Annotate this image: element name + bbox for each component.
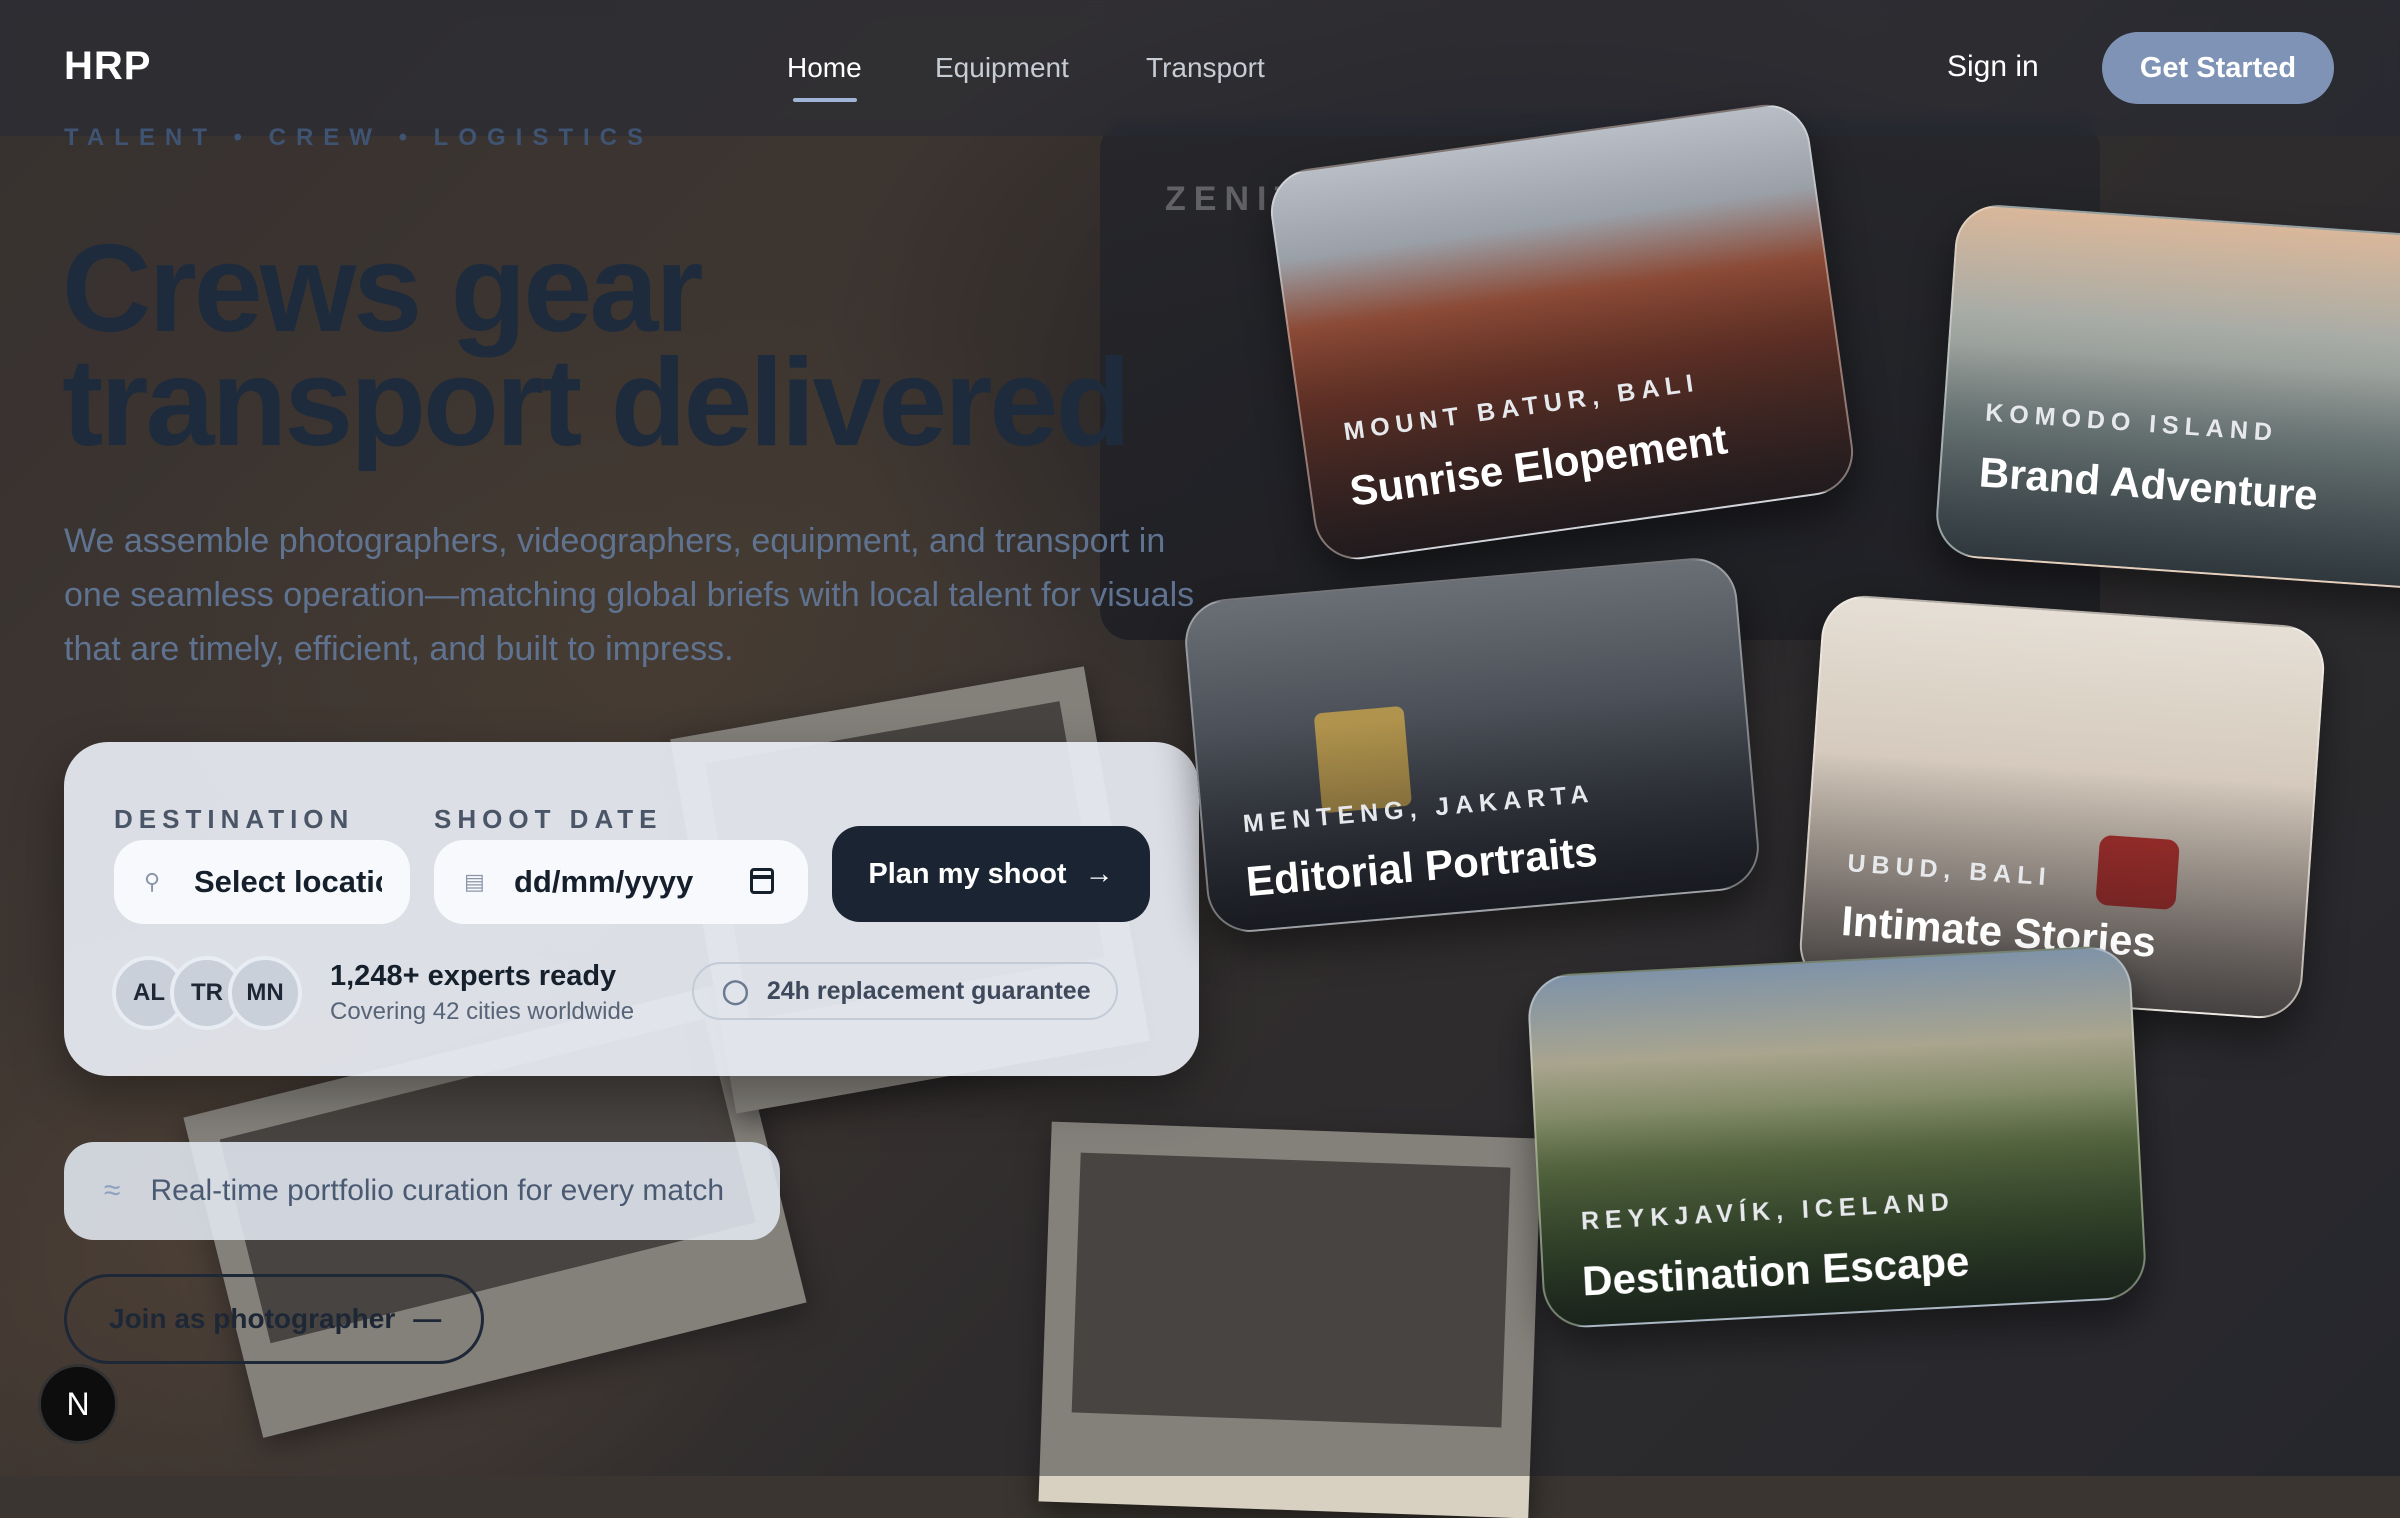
arrow-right-icon: → <box>1084 857 1114 890</box>
date-picker-icon[interactable] <box>750 868 774 894</box>
experts-count: 1,248+ experts ready <box>330 960 617 992</box>
join-label: Join as photographer <box>109 1303 396 1334</box>
hero-headline: Crews gear transport delivered <box>62 220 1212 472</box>
plan-my-shoot-button[interactable]: Plan my shoot → <box>832 826 1150 922</box>
nav-link-equipment[interactable]: Equipment <box>935 52 1069 84</box>
curation-banner: ≈ Real-time portfolio curation for every… <box>64 1142 780 1240</box>
curation-label: Real-time portfolio curation for every m… <box>150 1174 725 1207</box>
cities-count: Covering 42 cities worldwide <box>330 998 635 1025</box>
hero-eyebrow: TALENT • CREW • LOGISTICS <box>64 124 654 151</box>
destination-label: DESTINATION <box>114 804 355 834</box>
sign-in-link[interactable]: Sign in <box>1947 50 2039 84</box>
destination-input[interactable]: Select location <box>194 864 382 900</box>
shield-check-icon: ◯ <box>722 977 749 1005</box>
active-nav-indicator <box>793 98 857 102</box>
get-started-button[interactable]: Get Started <box>2102 32 2334 104</box>
shoot-date-input[interactable]: dd/mm/yyyy <box>514 864 693 900</box>
map-pin-icon: ⚲ <box>144 869 161 894</box>
avatar: MN <box>228 956 302 1030</box>
shoot-date-label: SHOOT DATE <box>434 804 663 834</box>
calendar-icon: ▤ <box>464 869 485 894</box>
shoot-date-field[interactable]: ▤ dd/mm/yyyy <box>434 840 808 924</box>
trend-line-icon: ≈ <box>104 1174 121 1207</box>
logo[interactable]: HRP <box>64 44 151 89</box>
destination-field[interactable]: ⚲ Select location <box>114 840 410 924</box>
n-badge-icon[interactable]: N <box>38 1364 118 1444</box>
nav-link-transport[interactable]: Transport <box>1146 52 1265 84</box>
guarantee-badge: ◯ 24h replacement guarantee <box>692 962 1118 1020</box>
booking-panel: DESTINATION ⚲ Select location SHOOT DATE… <box>64 742 1199 1076</box>
top-navbar: HRP Home Equipment Transport Sign in Get… <box>0 0 2400 136</box>
guarantee-label: 24h replacement guarantee <box>766 976 1091 1005</box>
hero-subcopy: We assemble photographers, videographers… <box>64 522 1195 668</box>
dash-icon: — <box>413 1303 442 1334</box>
nav-link-home[interactable]: Home <box>787 52 862 84</box>
card-shade <box>1935 204 2400 590</box>
headline-line-1: Crews gear <box>62 220 704 358</box>
destination-card[interactable]: MENTENG, JAKARTA Editorial Portraits <box>1181 554 1763 936</box>
destination-card[interactable]: MOUNT BATUR, BALI Sunrise Elopement <box>1265 99 1859 565</box>
destination-card[interactable]: REYKJAVÍK, ICELAND Destination Escape <box>1526 944 2148 1330</box>
headline-line-2: transport delivered <box>62 334 1131 472</box>
destination-card[interactable]: KOMODO ISLAND Brand Adventure <box>1933 202 2400 592</box>
join-as-photographer-button[interactable]: Join as photographer — <box>64 1274 484 1364</box>
plan-my-shoot-label: Plan my shoot <box>868 857 1067 890</box>
